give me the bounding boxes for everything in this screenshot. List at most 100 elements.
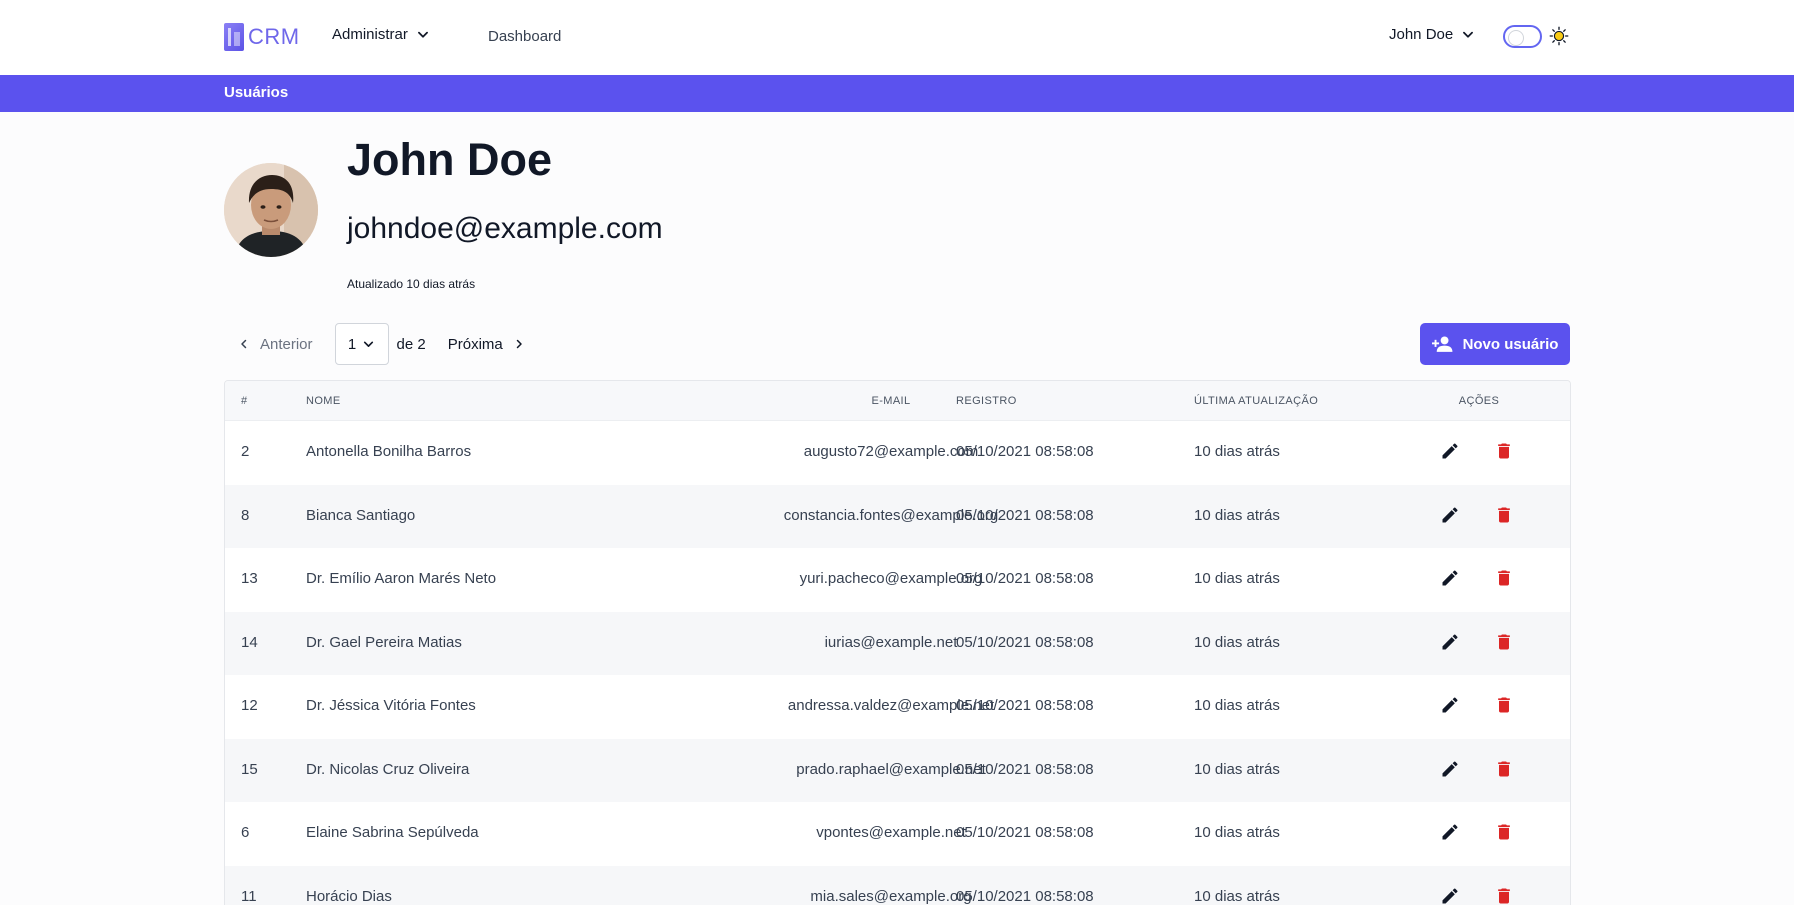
previous-page-button[interactable]: Anterior	[224, 336, 325, 353]
page-count-label: de 2	[396, 335, 426, 353]
cell-updated: 10 dias atrás	[1194, 697, 1280, 714]
delete-button[interactable]	[1494, 759, 1514, 783]
top-navbar: CRM Administrar Dashboard John Doe	[0, 0, 1794, 75]
pencil-icon	[1442, 887, 1458, 903]
cell-name: Dr. Nicolas Cruz Oliveira	[306, 760, 470, 778]
cell-number: 11	[241, 887, 257, 905]
cell-number: 2	[241, 443, 250, 460]
page-section-title: Usuários	[224, 84, 289, 101]
cell-registered: 05/10/2021 08:58:08	[956, 570, 1094, 587]
table-row: 11 Horácio Dias mia.sales@example.org 05…	[225, 865, 1570, 905]
pencil-icon	[1442, 443, 1458, 459]
delete-button[interactable]	[1494, 632, 1514, 656]
cell-updated: 10 dias atrás	[1194, 887, 1280, 905]
page-select-value: 1	[347, 335, 357, 353]
cell-registered: 05/10/2021 08:58:08	[956, 443, 1094, 460]
table-header: # NOME E-MAIL REGISTRO ÚLTIMA ATUALIZAÇÃ…	[225, 381, 1570, 421]
cell-name: Bianca Santiago	[306, 506, 416, 524]
chevron-left-icon	[241, 339, 247, 349]
trash-icon	[1498, 634, 1510, 649]
page-banner: Usuários	[0, 75, 1794, 112]
cell-number: 15	[241, 760, 258, 778]
dashboard-link[interactable]: Dashboard	[488, 28, 561, 45]
delete-button[interactable]	[1494, 505, 1514, 529]
cell-updated: 10 dias atrás	[1194, 633, 1280, 651]
trash-icon	[1498, 697, 1510, 713]
cell-number: 6	[241, 824, 250, 841]
new-user-button[interactable]: Novo usuário	[1420, 323, 1570, 365]
user-menu[interactable]: John Doe	[1389, 26, 1475, 43]
profile-email: johndoe@example.com	[347, 212, 663, 245]
edit-button[interactable]	[1440, 568, 1460, 592]
trash-icon	[1498, 570, 1510, 586]
trash-icon	[1498, 507, 1510, 522]
cell-updated: 10 dias atrás	[1194, 506, 1280, 524]
delete-button[interactable]	[1494, 695, 1514, 719]
delete-button[interactable]	[1494, 886, 1514, 905]
table-row: 14 Dr. Gael Pereira Matias iurias@exampl…	[225, 611, 1570, 675]
table-row: 12 Dr. Jéssica Vitória Fontes andressa.v…	[225, 675, 1570, 739]
column-header-registered: REGISTRO	[956, 395, 1017, 407]
edit-button[interactable]	[1440, 886, 1460, 905]
edit-button[interactable]	[1440, 822, 1460, 846]
edit-button[interactable]	[1440, 759, 1460, 783]
next-page-label: Próxima	[447, 335, 503, 353]
cell-number: 13	[241, 570, 258, 587]
delete-button[interactable]	[1494, 441, 1514, 465]
cell-updated: 10 dias atrás	[1194, 570, 1280, 587]
sun-icon	[1549, 26, 1569, 46]
profile-name: John Doe	[347, 134, 553, 185]
trash-icon	[1498, 443, 1510, 459]
users-table: # NOME E-MAIL REGISTRO ÚLTIMA ATUALIZAÇÃ…	[224, 380, 1571, 905]
building-icon	[224, 23, 244, 51]
chevron-right-icon	[516, 339, 522, 349]
cell-registered: 05/10/2021 08:58:08	[956, 633, 1094, 651]
cell-number: 8	[241, 506, 250, 524]
column-header-number: #	[241, 395, 248, 407]
cell-updated: 10 dias atrás	[1194, 760, 1280, 778]
chevron-down-icon	[417, 31, 428, 38]
column-header-actions: AÇÕES	[1458, 395, 1500, 407]
profile-updated-text: Atualizado 10 dias atrás	[347, 277, 476, 291]
cell-number: 14	[241, 633, 258, 651]
cell-name: Elaine Sabrina Sepúlveda	[306, 824, 479, 841]
cell-registered: 05/10/2021 08:58:08	[956, 697, 1094, 714]
edit-button[interactable]	[1440, 695, 1460, 719]
chevron-down-icon	[364, 341, 374, 347]
cell-updated: 10 dias atrás	[1194, 824, 1280, 841]
pagination: Anterior 1 de 2 Próxima	[224, 323, 525, 365]
cell-registered: 05/10/2021 08:58:08	[956, 824, 1094, 841]
cell-name: Horácio Dias	[306, 887, 392, 905]
trash-icon	[1498, 761, 1510, 776]
cell-number: 12	[241, 697, 258, 714]
cell-name: Antonella Bonilha Barros	[306, 443, 472, 460]
cell-updated: 10 dias atrás	[1194, 443, 1280, 460]
edit-button[interactable]	[1440, 441, 1460, 465]
previous-page-label: Anterior	[260, 335, 313, 353]
cell-name: Dr. Jéssica Vitória Fontes	[306, 697, 476, 714]
next-page-button[interactable]: Próxima	[448, 336, 525, 353]
pencil-icon	[1442, 570, 1458, 586]
table-row: 2 Antonella Bonilha Barros augusto72@exa…	[225, 421, 1570, 485]
edit-button[interactable]	[1440, 632, 1460, 656]
column-header-updated: ÚLTIMA ATUALIZAÇÃO	[1194, 395, 1319, 407]
pencil-icon	[1442, 633, 1458, 649]
table-row: 8 Bianca Santiago constancia.fontes@exam…	[225, 484, 1570, 548]
admin-menu-label: Administrar	[332, 26, 408, 43]
cell-name: Dr. Gael Pereira Matias	[306, 633, 462, 651]
cell-name: Dr. Emílio Aaron Marés Neto	[306, 570, 497, 587]
edit-button[interactable]	[1440, 505, 1460, 529]
table-row: 15 Dr. Nicolas Cruz Oliveira prado.rapha…	[225, 738, 1570, 802]
admin-menu[interactable]: Administrar	[332, 26, 430, 43]
delete-button[interactable]	[1494, 568, 1514, 592]
table-body: 2 Antonella Bonilha Barros augusto72@exa…	[225, 421, 1570, 905]
brand-logo[interactable]: CRM	[224, 22, 300, 52]
cell-registered: 05/10/2021 08:58:08	[956, 506, 1094, 524]
theme-toggle[interactable]	[1503, 25, 1542, 48]
page-select[interactable]: 1	[334, 323, 389, 365]
pencil-icon	[1442, 824, 1458, 840]
delete-button[interactable]	[1494, 822, 1514, 846]
add-user-icon	[1431, 336, 1452, 352]
cell-registered: 05/10/2021 08:58:08	[956, 887, 1094, 905]
user-menu-label: John Doe	[1389, 26, 1454, 43]
